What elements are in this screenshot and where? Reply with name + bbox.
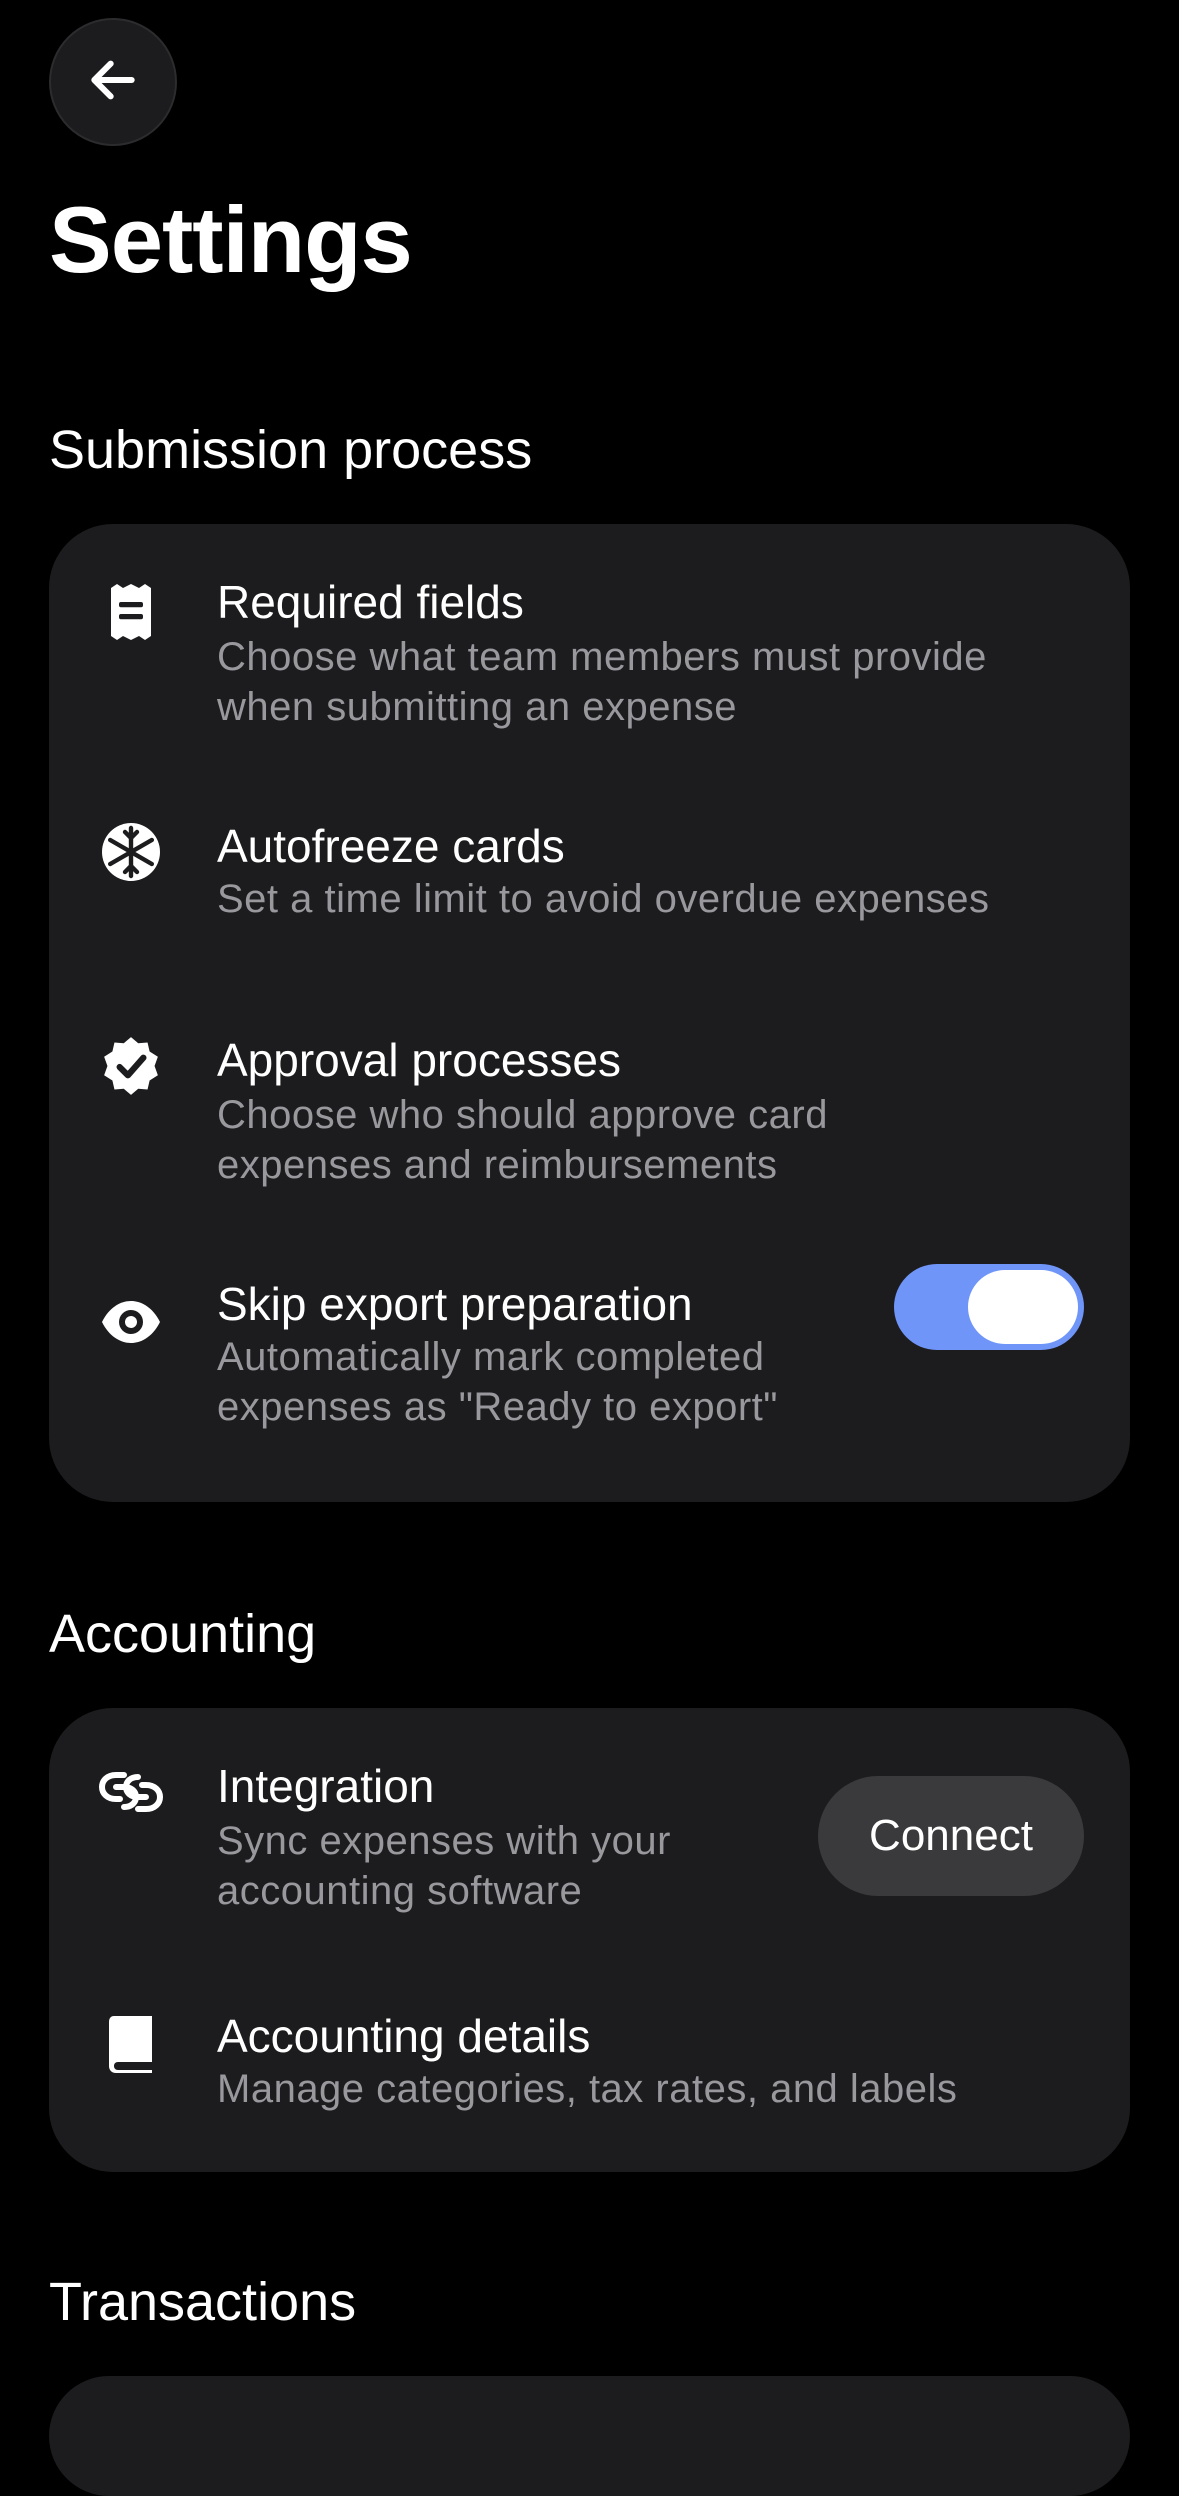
setting-description: Automatically mark completed — [217, 1335, 765, 1379]
section-title-submission: Submission process — [49, 420, 533, 480]
setting-approval-processes[interactable]: Approval processes Choose who should app… — [49, 992, 1130, 1232]
setting-title: Required fields — [217, 576, 524, 628]
setting-skip-export-preparation: Skip export preparation Automatically ma… — [49, 1250, 1130, 1490]
setting-description: expenses as "Ready to export" — [217, 1385, 778, 1429]
setting-description: Sync expenses with your — [217, 1819, 671, 1863]
receipt-icon — [97, 578, 165, 646]
skip-export-toggle[interactable] — [894, 1264, 1084, 1350]
back-button[interactable] — [49, 18, 177, 146]
eye-icon — [97, 1288, 165, 1356]
setting-integration[interactable]: Integration Sync expenses with your acco… — [49, 1708, 1130, 1948]
link-icon — [97, 1758, 165, 1826]
section-title-accounting: Accounting — [49, 1604, 317, 1664]
setting-autofreeze-cards[interactable]: Autofreeze cards Set a time limit to avo… — [49, 784, 1130, 984]
snowflake-icon — [97, 818, 165, 886]
book-icon — [97, 2010, 165, 2078]
setting-description: Set a time limit to avoid overdue expens… — [217, 877, 990, 921]
connect-button[interactable]: Connect — [818, 1776, 1084, 1896]
arrow-left-icon — [85, 52, 141, 113]
setting-title: Skip export preparation — [217, 1278, 693, 1330]
submission-card: Required fields Choose what team members… — [49, 524, 1130, 1502]
verified-badge-icon — [97, 1032, 165, 1100]
setting-title: Integration — [217, 1760, 435, 1812]
setting-description: Choose what team members must provide — [217, 635, 987, 679]
page-title: Settings — [49, 187, 413, 292]
setting-description: expenses and reimbursements — [217, 1143, 778, 1187]
setting-description: accounting software — [217, 1869, 583, 1913]
transactions-card — [49, 2376, 1130, 2496]
setting-title: Accounting details — [217, 2010, 591, 2062]
setting-description: Manage categories, tax rates, and labels — [217, 2067, 958, 2111]
setting-description: Choose who should approve card — [217, 1093, 828, 1137]
section-title-transactions: Transactions — [49, 2272, 357, 2332]
setting-description: when submitting an expense — [217, 685, 737, 729]
toggle-knob — [968, 1270, 1078, 1344]
accounting-card: Integration Sync expenses with your acco… — [49, 1708, 1130, 2172]
setting-title: Approval processes — [217, 1034, 621, 1086]
setting-required-fields[interactable]: Required fields Choose what team members… — [49, 524, 1130, 764]
setting-accounting-details[interactable]: Accounting details Manage categories, ta… — [49, 1966, 1130, 2166]
setting-title: Autofreeze cards — [217, 820, 565, 872]
